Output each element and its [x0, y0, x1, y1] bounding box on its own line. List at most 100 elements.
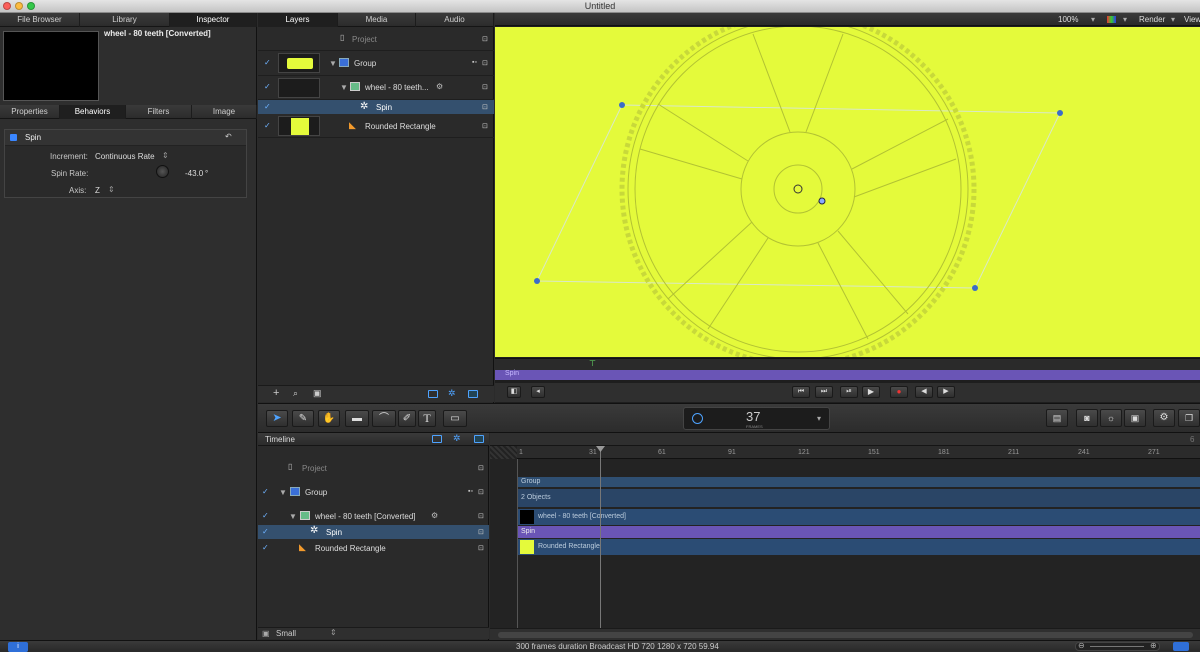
layer-visibility-checkbox[interactable]: ✓ [264, 122, 272, 130]
tab-audio[interactable]: Audio [416, 13, 494, 27]
select-tool-button[interactable]: ➤ [266, 410, 288, 427]
playhead-icon[interactable]: ⊤ [589, 359, 596, 368]
isolate-icon[interactable]: ▪▫ [472, 59, 477, 66]
zoom-out-icon[interactable]: ⊖ [1078, 641, 1085, 650]
layer-visibility-checkbox[interactable]: ✓ [262, 512, 270, 520]
zoom-window-button[interactable] [27, 2, 35, 10]
timeline-scrollbar[interactable] [490, 628, 1200, 640]
audio-button[interactable]: ◂ [531, 386, 545, 398]
lock-icon[interactable]: ⊡ [478, 512, 484, 520]
color-channels-icon[interactable] [1107, 16, 1116, 23]
paint-stroke-tool-button[interactable]: ✐ [398, 410, 416, 427]
lock-icon[interactable]: ⊡ [482, 122, 488, 130]
hud-button[interactable]: ▤ [1046, 409, 1068, 427]
axis-popup[interactable]: Z [95, 186, 100, 195]
tab-inspector[interactable]: Inspector [170, 13, 257, 27]
lock-icon[interactable]: ⊡ [482, 59, 488, 67]
behavior-enable-checkbox[interactable] [10, 134, 17, 141]
rotation-handle[interactable] [818, 197, 826, 205]
view-menu[interactable]: View [1184, 15, 1200, 24]
layer-row-group[interactable]: ✓ ▼ Group ▪▫ ⊡ [258, 51, 494, 76]
show-behaviors-icon[interactable]: ✲ [453, 433, 461, 444]
tab-behaviors[interactable]: Behaviors [60, 105, 126, 119]
record-button[interactable]: ● [890, 386, 908, 398]
show-behaviors-icon[interactable]: ✲ [448, 388, 456, 399]
add-light-button[interactable]: ☼ [1100, 409, 1122, 427]
zoom-slider[interactable]: ⊖ ⊕ [1075, 641, 1160, 651]
disclosure-triangle-icon[interactable]: ▼ [329, 59, 337, 68]
timeline-playhead[interactable] [600, 446, 601, 628]
layer-row-spin[interactable]: ✓ ✲ Spin ⊡ [258, 100, 494, 114]
go-to-start-button[interactable]: ⏮ [792, 386, 810, 398]
pan-tool-button[interactable]: ✋ [318, 410, 340, 427]
layer-row-rounded-rectangle[interactable]: ✓ ◣ Rounded Rectangle ⊡ [258, 114, 494, 138]
tab-library[interactable]: Library [80, 13, 170, 27]
show-masks-icon[interactable] [474, 435, 484, 443]
tab-media[interactable]: Media [338, 13, 416, 27]
tab-filters[interactable]: Filters [126, 105, 192, 119]
toggle-panel-icon[interactable] [1173, 642, 1189, 651]
trash-icon[interactable]: ▣ [313, 388, 322, 399]
spin-rate-value[interactable]: -43.0 [185, 169, 203, 178]
show-layers-icon[interactable] [432, 435, 442, 443]
layer-visibility-checkbox[interactable]: ✓ [264, 103, 272, 111]
mini-timeline-ruler[interactable]: ⊤ [495, 358, 1200, 370]
layer-visibility-checkbox[interactable]: ✓ [264, 59, 272, 67]
lock-icon[interactable]: ⊡ [482, 103, 488, 111]
track-group-bar[interactable]: Group [517, 477, 1200, 487]
lock-icon[interactable]: ⊡ [478, 488, 484, 496]
zoom-in-icon[interactable]: ⊕ [1150, 641, 1157, 650]
transform-handle[interactable] [619, 102, 625, 108]
timeline-tracks[interactable]: 6 1 31 61 91 121 151 181 211 241 271 Gro… [490, 433, 1200, 640]
render-menu[interactable]: Render [1139, 15, 1165, 24]
track-rounded-rectangle-bar[interactable]: Rounded Rectangle [517, 539, 1200, 555]
track-spin-bar[interactable]: Spin [517, 526, 1200, 538]
spin-rate-dial[interactable] [156, 165, 169, 178]
filters-button[interactable]: ❐ [1178, 409, 1200, 427]
layer-visibility-checkbox[interactable]: ✓ [262, 488, 270, 496]
generators-button[interactable]: ▣ [1124, 409, 1146, 427]
pen-tool-button[interactable]: ✎ [292, 410, 314, 427]
search-icon[interactable]: ⌕ [293, 388, 298, 399]
reset-arrow-icon[interactable]: ↶ [225, 132, 232, 141]
next-frame-button[interactable]: ▶ [937, 386, 955, 398]
transform-handle[interactable] [1057, 110, 1063, 116]
add-camera-button[interactable]: ◙ [1076, 409, 1098, 427]
lock-icon[interactable]: ⊡ [478, 464, 484, 472]
go-to-end-button[interactable]: ⏭ [815, 386, 833, 398]
tab-properties[interactable]: Properties [0, 105, 60, 119]
disclosure-triangle-icon[interactable]: ▼ [279, 488, 287, 497]
size-popup[interactable]: Small [276, 629, 296, 638]
close-window-button[interactable] [3, 2, 11, 10]
track-objects-bar[interactable]: 2 Objects [517, 489, 1200, 507]
tab-file-browser[interactable]: File Browser [0, 13, 80, 27]
canvas-viewport[interactable] [495, 27, 1200, 357]
tab-image[interactable]: Image [192, 105, 257, 119]
play-button[interactable]: ▶ [862, 386, 880, 398]
scrollbar-thumb[interactable] [498, 632, 1193, 638]
text-tool-button[interactable]: T [418, 410, 436, 427]
disclosure-triangle-icon[interactable]: ▼ [289, 512, 297, 521]
layer-visibility-checkbox[interactable]: ✓ [262, 544, 270, 552]
timecode-display[interactable]: 37 FRAMES ▾ [683, 407, 830, 430]
layer-row-project[interactable]: ▯ Project ⊡ [258, 28, 494, 51]
lock-icon[interactable]: ⊡ [482, 35, 488, 43]
toggle-timeline-button[interactable]: ◧ [507, 386, 521, 398]
previous-frame-button[interactable]: ◀ [915, 386, 933, 398]
layer-visibility-checkbox[interactable]: ✓ [262, 528, 270, 536]
mini-timeline-spin-bar[interactable]: Spin [495, 370, 1200, 380]
transform-handle[interactable] [972, 285, 978, 291]
lock-icon[interactable]: ⊡ [482, 83, 488, 91]
gear-icon[interactable]: ⚙ [1153, 409, 1175, 427]
shape-tool-button[interactable]: ▬ [345, 410, 369, 427]
timeline-ruler[interactable]: 1 31 61 91 121 151 181 211 241 271 [490, 446, 1200, 459]
show-masks-icon[interactable] [468, 390, 478, 398]
disclosure-triangle-icon[interactable]: ▼ [340, 83, 348, 92]
increment-popup[interactable]: Continuous Rate [95, 152, 155, 161]
track-wheel-bar[interactable]: wheel - 80 teeth [Converted] [517, 509, 1200, 525]
bezier-tool-button[interactable]: ⌒ [372, 410, 396, 427]
transform-handle[interactable] [534, 278, 540, 284]
timeline-row-project[interactable]: ▯ Project ⊡ [258, 461, 489, 475]
layer-row-wheel[interactable]: ✓ ▼ wheel - 80 teeth... ⚙ ⊡ [258, 76, 494, 100]
layer-visibility-checkbox[interactable]: ✓ [264, 83, 272, 91]
